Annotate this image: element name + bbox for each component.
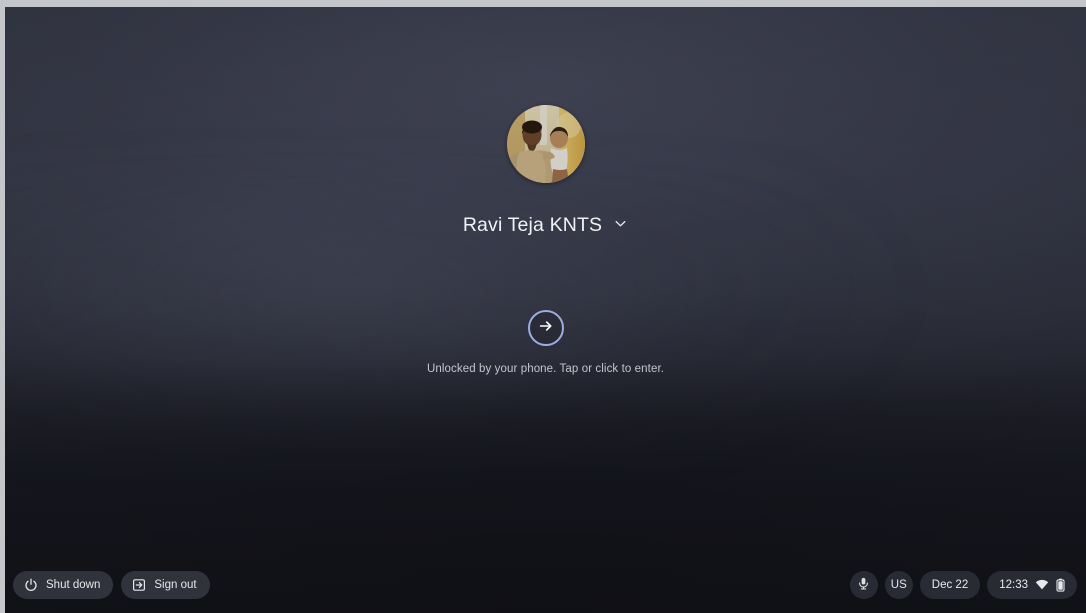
sign-out-button[interactable]: Sign out: [121, 571, 210, 599]
power-icon: [24, 578, 38, 592]
shut-down-label: Shut down: [46, 579, 101, 591]
battery-icon: [1056, 578, 1065, 592]
shelf-left-buttons: Shut down Sign out: [13, 571, 210, 599]
wifi-icon: [1035, 578, 1049, 592]
chevron-down-icon[interactable]: [613, 216, 628, 236]
status-tray-button[interactable]: 12:33: [987, 571, 1077, 599]
user-avatar-photo-icon: [506, 105, 585, 183]
microphone-button[interactable]: [849, 571, 878, 599]
time-label: 12:33: [999, 579, 1028, 591]
shelf: Shut down Sign out US Dec 22 12:33: [5, 565, 1086, 613]
user-pod: Ravi Teja KNTS: [5, 105, 1086, 240]
unlock-arrow-button[interactable]: [527, 310, 564, 346]
screen-frame: Ravi Teja KNTS Unlocked by your phone. T…: [0, 0, 1086, 613]
date-button[interactable]: Dec 22: [919, 571, 981, 599]
unlock-hint-text: Unlocked by your phone. Tap or click to …: [426, 363, 665, 375]
avatar[interactable]: [506, 105, 585, 183]
lock-screen: Ravi Teja KNTS Unlocked by your phone. T…: [5, 7, 1086, 613]
arrow-right-icon: [537, 317, 555, 340]
shut-down-button[interactable]: Shut down: [13, 571, 114, 599]
system-tray: US Dec 22 12:33: [849, 571, 1077, 599]
keyboard-layout-label: US: [890, 579, 907, 591]
sign-out-label: Sign out: [154, 579, 197, 591]
unlock-area: Unlocked by your phone. Tap or click to …: [5, 310, 1086, 375]
keyboard-layout-button[interactable]: US: [884, 571, 913, 599]
date-label: Dec 22: [931, 579, 969, 591]
microphone-icon: [856, 576, 871, 594]
user-name: Ravi Teja KNTS: [462, 214, 603, 236]
user-name-row[interactable]: Ravi Teja KNTS: [457, 211, 634, 240]
exit-icon: [132, 578, 146, 592]
